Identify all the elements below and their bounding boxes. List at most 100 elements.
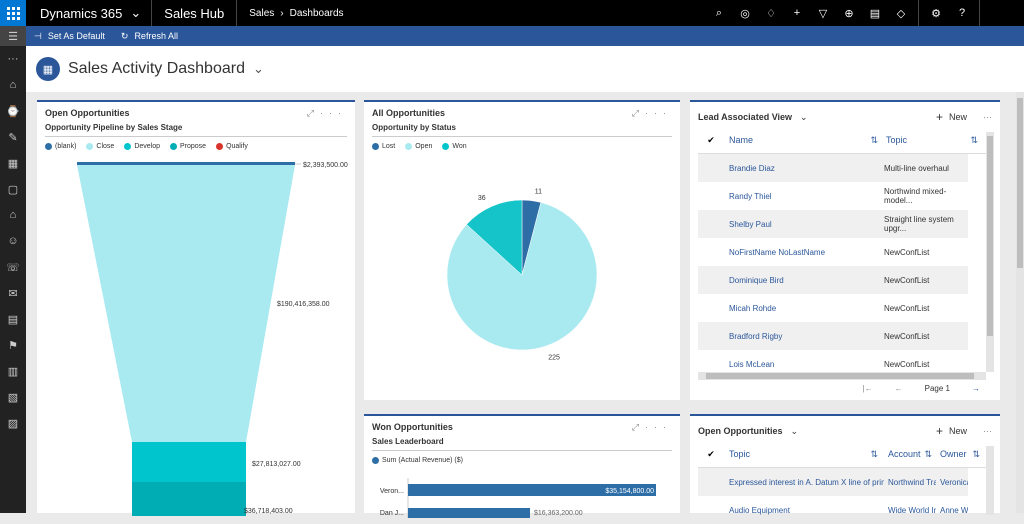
set-as-default-label: Set As Default	[47, 31, 105, 41]
nav-home-icon[interactable]: ⌂	[0, 72, 26, 98]
page-scrollbar[interactable]	[1016, 92, 1024, 513]
column-header-topic[interactable]: Topic ⇅	[884, 135, 992, 146]
funnel-segment-develop[interactable]	[132, 442, 246, 482]
table-row[interactable]: Shelby Paul Straight line system upgr...	[698, 210, 968, 238]
funnel-chart: $2,393,500.00 $190,416,358.00 $27,813,02…	[77, 162, 348, 516]
task-icon[interactable]: ◎	[732, 7, 758, 20]
gear-icon[interactable]: ⚙	[923, 7, 949, 20]
more-icon[interactable]: ···	[320, 108, 347, 118]
sort-icon[interactable]: ⇅	[972, 449, 980, 460]
nav-opportunities-icon[interactable]: ✉	[0, 280, 26, 306]
plus-icon[interactable]: +	[784, 7, 810, 19]
app-name[interactable]: Sales Hub	[152, 0, 238, 26]
document-icon[interactable]: ▤	[862, 7, 888, 20]
new-button[interactable]: New	[949, 112, 967, 122]
panel-title: All Opportunities	[372, 108, 445, 118]
refresh-all-button[interactable]: ↻ Refresh All	[113, 31, 186, 42]
column-header-name[interactable]: Name ⇅	[724, 135, 884, 146]
select-all-checkbox[interactable]: ✔	[698, 135, 724, 146]
table-row[interactable]: Audio Equipment Wide World In Anne Weile	[698, 496, 968, 524]
more-icon[interactable]: ···	[983, 112, 992, 122]
nav-contacts-icon[interactable]: ☺	[0, 228, 26, 254]
legend-item[interactable]: Sum (Actual Revenue) ($)	[372, 457, 463, 464]
nav-quotes-icon[interactable]: ▤	[0, 306, 26, 332]
column-header-owner[interactable]: Owner ⇅	[936, 449, 992, 460]
legend-item[interactable]: Propose	[170, 143, 206, 150]
funnel-segment-blank[interactable]	[77, 162, 295, 165]
nav-products-icon[interactable]: ▧	[0, 384, 26, 410]
chevron-down-icon[interactable]: ⌄	[253, 61, 264, 77]
set-as-default-button[interactable]: ⊣ Set As Default	[26, 31, 113, 42]
page-title[interactable]: Sales Activity Dashboard	[68, 60, 245, 78]
bar[interactable]	[408, 508, 530, 518]
product-switcher[interactable]: Dynamics 365 ⌄	[26, 0, 153, 26]
legend-item[interactable]: Qualify	[216, 143, 248, 150]
sort-icon[interactable]: ⇅	[870, 135, 878, 146]
legend-item[interactable]: Lost	[372, 143, 395, 150]
more-icon[interactable]: ···	[645, 422, 672, 432]
add-circle-icon[interactable]: ⊕	[836, 7, 862, 20]
funnel-segment-close[interactable]	[77, 165, 295, 442]
nav-activities-icon[interactable]: ▢	[0, 176, 26, 202]
pie-data-label: 225	[548, 354, 560, 361]
new-button[interactable]: New	[949, 426, 967, 436]
table-row[interactable]: Randy Thiel Northwind mixed-model...	[698, 182, 968, 210]
plus-icon[interactable]: +	[936, 424, 943, 438]
plus-icon[interactable]: +	[936, 110, 943, 124]
nav-invoices-icon[interactable]: ▥	[0, 358, 26, 384]
nav-pinned-icon[interactable]: ✎	[0, 124, 26, 150]
nav-recent-icon[interactable]: ⌚	[0, 98, 26, 124]
vertical-scrollbar[interactable]	[986, 446, 994, 515]
more-icon[interactable]: ···	[645, 108, 672, 118]
table-row[interactable]: Dominique Bird NewConfList	[698, 266, 968, 294]
column-header-topic[interactable]: Topic ⇅	[724, 449, 884, 460]
legend-item[interactable]: (blank)	[45, 143, 76, 150]
next-page-icon[interactable]: →	[972, 384, 980, 393]
expand-icon[interactable]: ⤢	[632, 108, 645, 118]
table-row[interactable]: Bradford Rigby NewConfList	[698, 322, 968, 350]
column-header-account[interactable]: Account ⇅	[884, 449, 936, 460]
sort-icon[interactable]: ⇅	[970, 135, 978, 146]
nav-accounts-icon[interactable]: ⌂	[0, 202, 26, 228]
sort-icon[interactable]: ⇅	[924, 449, 932, 460]
breadcrumb-area[interactable]: Sales	[249, 8, 274, 19]
panel-title: Open Opportunities	[698, 426, 783, 436]
chevron-down-icon[interactable]: ⌄	[800, 112, 808, 123]
search-icon[interactable]: ⌕	[706, 7, 732, 20]
expand-icon[interactable]: ⤢	[632, 422, 645, 432]
app-launcher-button[interactable]	[0, 0, 26, 26]
first-page-icon[interactable]: |←	[863, 384, 873, 393]
more-icon[interactable]: ···	[983, 426, 992, 436]
lightbulb-icon[interactable]: ♢	[758, 7, 784, 20]
tag-icon[interactable]: ◇	[888, 7, 914, 20]
chevron-down-icon[interactable]: ⌄	[791, 426, 799, 437]
nav-leads-icon[interactable]: ☏	[0, 254, 26, 280]
previous-page-icon[interactable]: ←	[895, 384, 903, 393]
sort-icon[interactable]: ⇅	[870, 449, 878, 460]
table-row[interactable]: Expressed interest in A. Datum X line of…	[698, 468, 968, 496]
vertical-scrollbar[interactable]	[986, 132, 994, 372]
help-icon[interactable]: ?	[949, 7, 975, 19]
expand-icon[interactable]: ⤢	[307, 108, 320, 118]
bar-value-label: $16,363,200.00	[534, 510, 583, 517]
table-row[interactable]: NoFirstName NoLastName NewConfList	[698, 238, 968, 266]
breadcrumb-page[interactable]: Dashboards	[290, 8, 344, 19]
legend-item[interactable]: Close	[86, 143, 114, 150]
funnel-label: $2,393,500.00	[303, 162, 348, 169]
legend-item[interactable]: Won	[442, 143, 467, 150]
lead-associated-view-panel: Lead Associated View ⌄ + New ··· ✔ Name ⇅…	[690, 100, 1000, 400]
table-row[interactable]: Brandie Diaz Multi-line overhaul	[698, 154, 968, 182]
filter-icon[interactable]: ▽	[810, 7, 836, 20]
hamburger-icon[interactable]: ☰	[0, 26, 26, 46]
nav-orders-icon[interactable]: ⚑	[0, 332, 26, 358]
nav-more-icon[interactable]: ···	[0, 46, 26, 72]
funnel-segment-propose[interactable]	[132, 482, 246, 516]
select-all-checkbox[interactable]: ✔	[698, 449, 724, 460]
table-row[interactable]: Micah Rohde NewConfList	[698, 294, 968, 322]
horizontal-scrollbar[interactable]	[698, 372, 986, 380]
nav-reports-icon[interactable]: ▨	[0, 410, 26, 436]
legend-item[interactable]: Open	[405, 143, 432, 150]
legend-item[interactable]: Develop	[124, 143, 160, 150]
funnel-label: $36,718,403.00	[244, 508, 293, 515]
nav-dashboards-icon[interactable]: ▦	[0, 150, 26, 176]
